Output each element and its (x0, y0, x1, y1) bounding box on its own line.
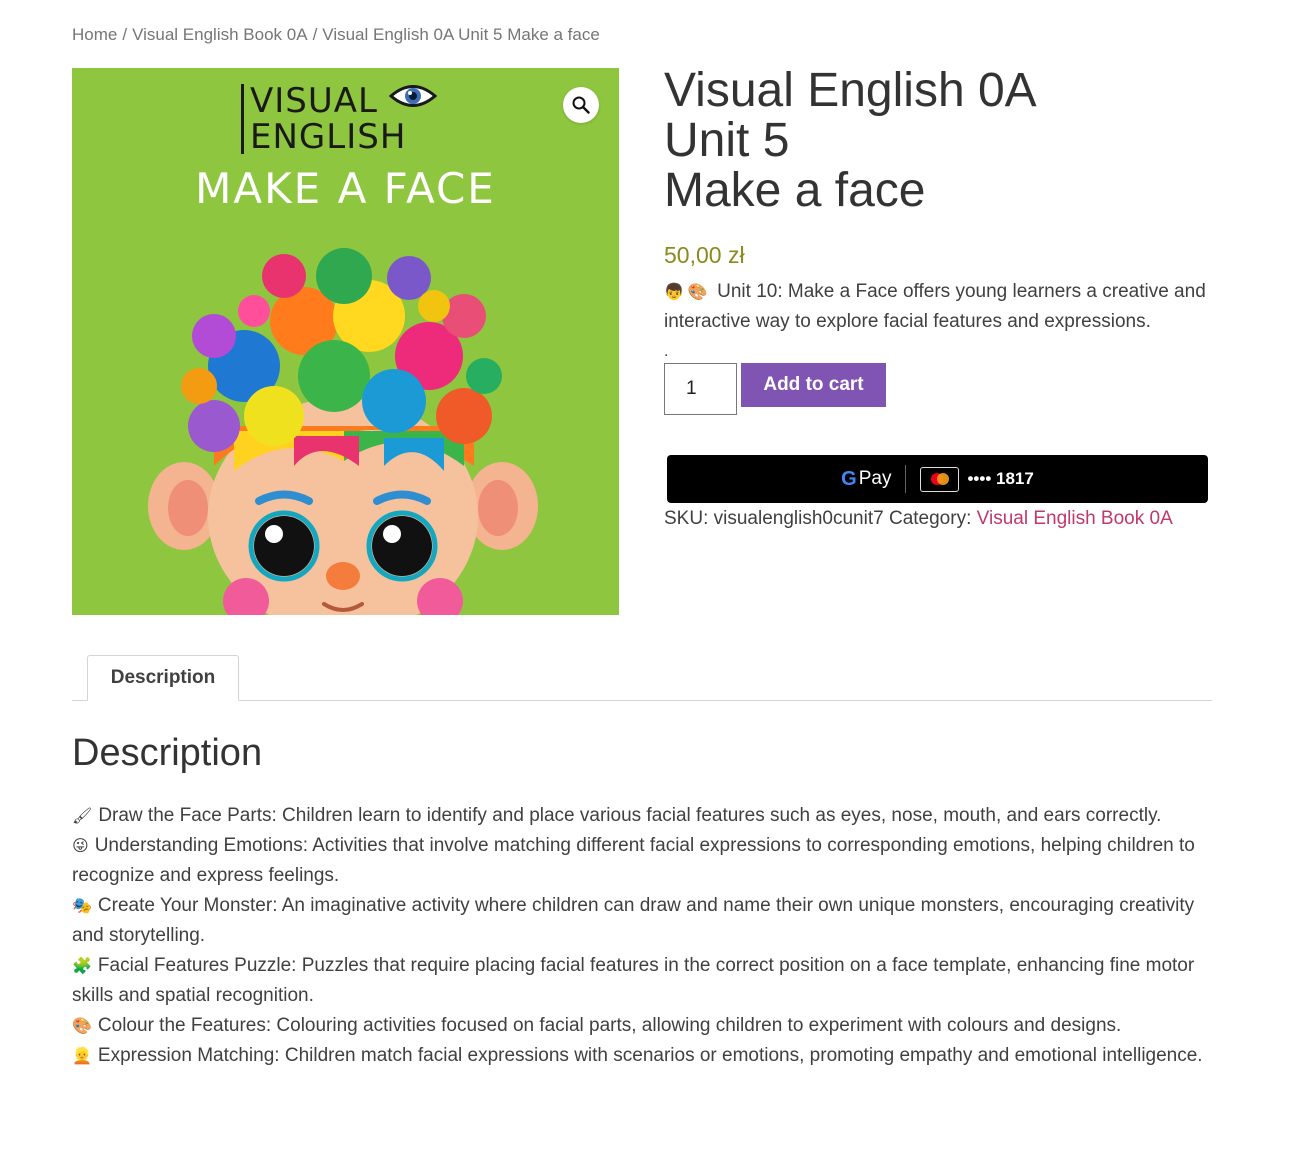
breadcrumb-separator: / (122, 25, 128, 44)
google-pay-button[interactable]: G Pay •••• 1817 (667, 455, 1208, 503)
breadcrumb-separator: / (312, 25, 318, 44)
list-item-text: Understanding Emotions: Activities that … (72, 835, 1195, 886)
list-item-text: Facial Features Puzzle: Puzzles that req… (72, 955, 1195, 1006)
boy-emoji: 👦 (664, 282, 684, 301)
logo-bar (241, 84, 244, 154)
sku-label: SKU: (664, 508, 709, 529)
clay-face-illustration (148, 248, 538, 615)
short-description-dot: . (664, 343, 669, 360)
short-description: 👦 🎨 Unit 10: Make a Face offers young lea… (664, 277, 1212, 337)
product-image[interactable]: VISUAL ENGLISH MAKE A FACE (72, 68, 619, 615)
quantity-input[interactable] (664, 363, 737, 415)
palette-emoji: 🎨 (687, 282, 708, 301)
breadcrumb-home-link[interactable]: Home (72, 25, 117, 44)
magnifier-icon (572, 96, 590, 114)
description-heading: Description (72, 732, 263, 774)
category-label: Category: (888, 508, 972, 529)
masks-emoji: 🎭 (72, 896, 92, 915)
puzzle-emoji: 🧩 (72, 956, 92, 975)
product-meta: SKU: visualenglish0cunit7 Category: Visu… (664, 508, 1212, 530)
google-g-icon: G (841, 467, 857, 490)
gpay-pay-text: Pay (858, 468, 892, 489)
short-description-text: Unit 10: Make a Face offers young learne… (664, 281, 1206, 332)
breadcrumb: Home / Visual English Book 0A / Visual Engli… (72, 25, 600, 45)
cart-form: Add to cart (664, 363, 1212, 415)
list-item-text: Create Your Monster: An imaginative acti… (72, 895, 1195, 946)
description-list: 🖌 Draw the Face Parts: Children learn to … (72, 801, 1222, 1071)
product-tabs: Description (72, 655, 1212, 701)
add-to-cart-button[interactable]: Add to cart (741, 363, 886, 407)
mastercard-icon (920, 466, 960, 492)
zoom-button[interactable] (563, 87, 599, 123)
list-item-text: Expression Matching: Children match faci… (97, 1045, 1203, 1066)
list-item: 🎭 Create Your Monster: An imaginative act… (72, 891, 1222, 951)
gpay-divider (905, 465, 907, 493)
sku-value: visualenglish0cunit7 (713, 508, 884, 529)
list-item: 🎨 Colour the Features: Colouring activiti… (72, 1011, 1222, 1041)
product-price: 50,00 zł (664, 242, 745, 268)
logo-text-visual: VISUAL (250, 81, 378, 121)
list-item-text: Draw the Face Parts: Children learn to i… (98, 805, 1162, 826)
palette-emoji: 🎨 (72, 1016, 92, 1035)
list-item: 🧩 Facial Features Puzzle: Puzzles that re… (72, 951, 1222, 1011)
category-link[interactable]: Visual English Book 0A (977, 508, 1173, 529)
list-item-text: Colour the Features: Colouring activitie… (97, 1015, 1122, 1036)
list-item: 😜 Understanding Emotions: Activities that… (72, 831, 1222, 891)
winking-face-emoji: 😜 (72, 836, 89, 855)
product-title-line: Unit 5 (664, 114, 790, 167)
breadcrumb-current: Visual English 0A Unit 5 Make a face (322, 25, 600, 44)
card-number: •••• 1817 (967, 469, 1034, 488)
google-pay-label: G Pay (841, 468, 891, 491)
product-title: Visual English 0A Unit 5 Make a face (664, 66, 1212, 216)
list-item: 🖌 Draw the Face Parts: Children learn to … (72, 801, 1222, 831)
list-item: 👱 Expression Matching: Children match fac… (72, 1041, 1222, 1071)
eye-icon (389, 85, 437, 107)
product-summary: Visual English 0A Unit 5 Make a face 50,… (664, 66, 1212, 530)
paintbrush-emoji: 🖌 (72, 806, 93, 825)
product-title-line: Visual English 0A (664, 64, 1037, 117)
product-title-line: Make a face (664, 164, 926, 217)
tab-description[interactable]: Description (87, 655, 239, 701)
breadcrumb-category-link[interactable]: Visual English Book 0A (132, 25, 307, 44)
cover-title: MAKE A FACE (195, 164, 496, 213)
logo-text-english: ENGLISH (250, 117, 407, 157)
child-emoji: 👱 (72, 1046, 92, 1065)
